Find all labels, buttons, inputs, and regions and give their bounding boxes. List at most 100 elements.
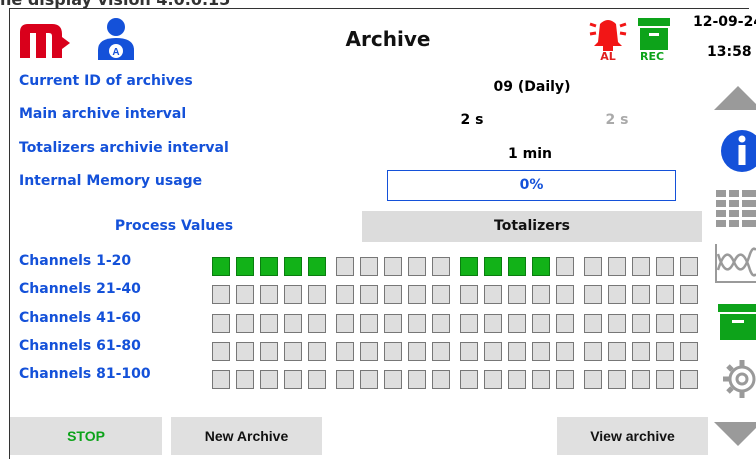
archive-icon[interactable]: [712, 300, 756, 344]
brand-logo-icon: [20, 24, 70, 58]
channel-cell: [680, 285, 698, 304]
channel-row-label: Channels 81-100: [19, 366, 151, 382]
view-archive-button[interactable]: View archive: [557, 417, 708, 455]
channel-cell: [432, 342, 450, 361]
info-icon[interactable]: [712, 128, 756, 174]
channel-cell: [632, 370, 650, 389]
channel-cell: [408, 370, 426, 389]
channel-cell: [360, 342, 378, 361]
channel-cell: [484, 257, 502, 276]
chart-icon[interactable]: [712, 240, 756, 286]
channel-cell: [656, 342, 674, 361]
channel-cell: [236, 257, 254, 276]
channel-cell: [584, 370, 602, 389]
channel-cell: [608, 342, 626, 361]
page-title: Archive: [345, 27, 431, 51]
main-interval-label: Main archive interval: [19, 106, 187, 122]
channel-cell: [532, 342, 550, 361]
channel-cell: [656, 314, 674, 333]
channel-cell: [432, 285, 450, 304]
scroll-down-icon[interactable]: [712, 416, 756, 456]
tab-totalizers[interactable]: Totalizers: [362, 211, 702, 242]
totalizers-interval-value[interactable]: 1 min: [480, 146, 580, 162]
tab-process-values[interactable]: Process Values: [19, 211, 329, 242]
channel-cell: [212, 314, 230, 333]
channel-cell: [460, 257, 478, 276]
main-interval-value[interactable]: 2 s: [447, 112, 497, 128]
recording-label: REC: [639, 50, 665, 63]
memory-label: Internal Memory usage: [19, 173, 203, 189]
channel-cell: [336, 314, 354, 333]
channel-row-label: Channels 41-60: [19, 310, 141, 326]
channel-cell: [384, 342, 402, 361]
user-icon[interactable]: A: [95, 16, 137, 60]
channel-cell: [632, 285, 650, 304]
channel-cell: [584, 257, 602, 276]
channel-cell: [408, 342, 426, 361]
channel-cell: [460, 342, 478, 361]
channel-cell: [284, 314, 302, 333]
channel-cell: [236, 342, 254, 361]
new-archive-button[interactable]: New Archive: [171, 417, 322, 455]
channel-cell: [484, 285, 502, 304]
channel-cell: [484, 342, 502, 361]
channel-cell: [308, 285, 326, 304]
channel-cell: [260, 342, 278, 361]
channel-cell: [308, 370, 326, 389]
totalizers-interval-label: Totalizers archivie interval: [19, 140, 229, 156]
channel-cell: [632, 257, 650, 276]
channel-cell: [384, 370, 402, 389]
channel-cell: [680, 342, 698, 361]
channel-cell: [260, 314, 278, 333]
window-title-text: ne display vision 4.0.0.15: [0, 0, 230, 8]
channel-cell: [584, 285, 602, 304]
time-display: 13:58: [707, 44, 752, 60]
memory-usage-bar: 0%: [387, 170, 676, 201]
channel-cell: [432, 370, 450, 389]
channel-cell: [284, 285, 302, 304]
main-interval-secondary: 2 s: [605, 112, 629, 128]
memory-usage-value: 0%: [519, 177, 544, 193]
channel-cell: [360, 314, 378, 333]
channel-cell: [508, 342, 526, 361]
channel-cell: [460, 370, 478, 389]
channel-cell: [236, 370, 254, 389]
channel-cell: [656, 370, 674, 389]
channel-cell: [460, 314, 478, 333]
channel-row-label: Channels 21-40: [19, 281, 141, 297]
stop-button[interactable]: STOP: [10, 417, 162, 455]
channel-cell: [532, 370, 550, 389]
scroll-up-icon[interactable]: [712, 80, 756, 116]
channel-cell: [284, 257, 302, 276]
channel-cell: [484, 370, 502, 389]
channel-cell: [532, 257, 550, 276]
channel-cell: [360, 285, 378, 304]
channel-cell: [236, 314, 254, 333]
channel-cell: [260, 257, 278, 276]
alarm-label: AL: [600, 50, 616, 63]
channel-cell: [484, 314, 502, 333]
channel-row-label: Channels 1-20: [19, 253, 132, 269]
channel-cell: [632, 342, 650, 361]
channel-cell: [608, 314, 626, 333]
channel-cell: [284, 342, 302, 361]
channel-cell: [308, 314, 326, 333]
table-icon[interactable]: [712, 186, 756, 230]
channel-cell: [508, 285, 526, 304]
channel-cell: [308, 257, 326, 276]
channel-cell: [608, 257, 626, 276]
current-id-value: 09 (Daily): [493, 79, 571, 95]
channel-cell: [360, 370, 378, 389]
channel-cell: [384, 257, 402, 276]
channel-cell: [608, 370, 626, 389]
channel-cell: [284, 370, 302, 389]
current-id-label: Current ID of archives: [19, 73, 193, 89]
svg-text:A: A: [112, 47, 119, 58]
settings-icon[interactable]: [712, 356, 756, 402]
channel-cell: [408, 285, 426, 304]
channel-cell: [432, 314, 450, 333]
channel-cell: [556, 314, 574, 333]
channel-cell: [656, 257, 674, 276]
channel-cell: [508, 314, 526, 333]
channel-cell: [556, 370, 574, 389]
